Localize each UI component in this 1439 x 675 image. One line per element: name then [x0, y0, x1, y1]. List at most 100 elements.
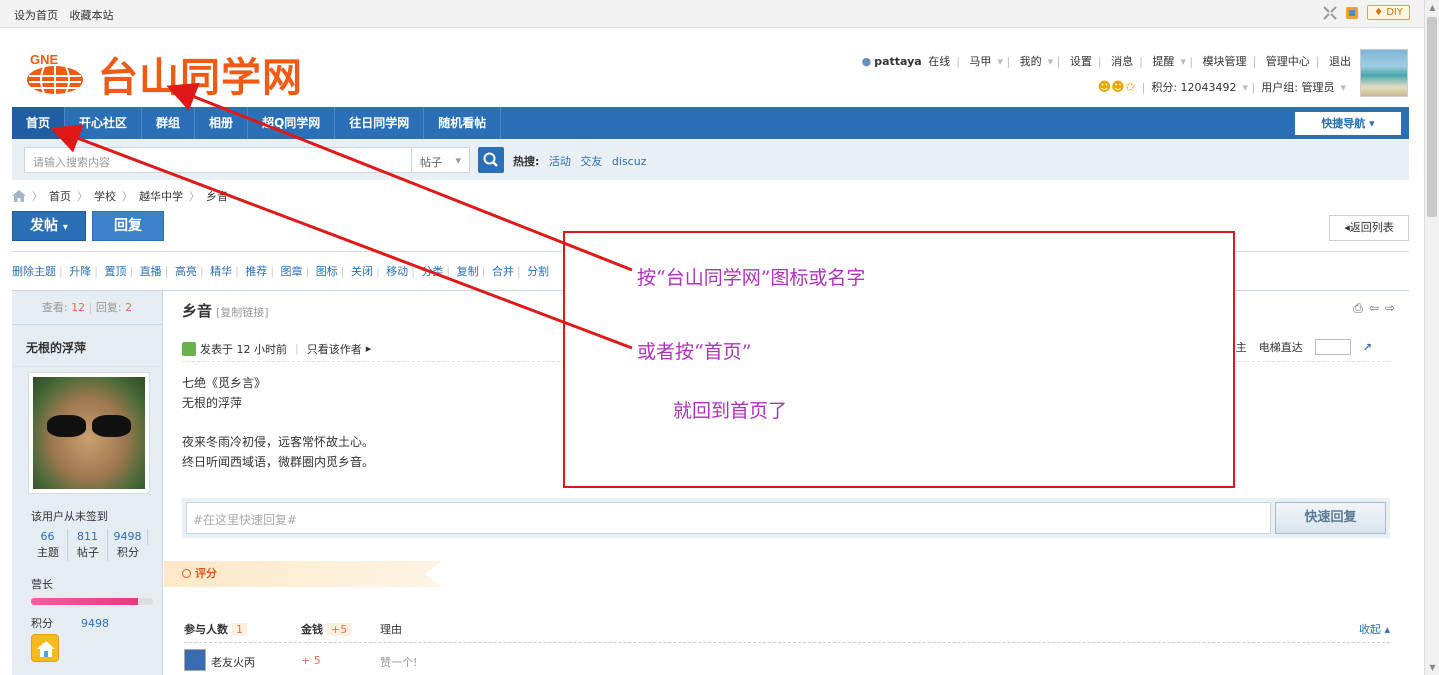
scroll-up-icon[interactable]: ▲ — [1425, 0, 1439, 15]
app-icon[interactable] — [1345, 6, 1359, 20]
hot-item-activity[interactable]: 活动 — [549, 155, 571, 168]
copy-link[interactable]: [复制链接] — [216, 306, 269, 319]
mod-live[interactable]: 直播 — [140, 265, 162, 278]
mod-move[interactable]: 移动 — [386, 265, 408, 278]
search-type-select[interactable]: 帖子 ▾ — [412, 147, 470, 173]
nav-home[interactable]: 首页 — [12, 107, 66, 139]
floor-jump-input[interactable] — [1314, 339, 1351, 355]
scroll-down-icon[interactable]: ▼ — [1425, 660, 1439, 675]
top-links: 设为首页 收藏本站 — [14, 7, 122, 23]
mod-delete[interactable]: 删除主题 — [12, 265, 56, 278]
nav-groups[interactable]: 群组 — [142, 107, 196, 139]
mod-icon[interactable]: 图标 — [316, 265, 338, 278]
usergroup-menu[interactable]: 用户组: 管理员 — [1261, 79, 1334, 95]
nav-old-classmates[interactable]: 往日同学网 — [335, 107, 425, 139]
mod-copy[interactable]: 复制 — [457, 265, 479, 278]
reply-button[interactable]: 回复 — [92, 211, 164, 241]
search-bar: 请输入搜索内容 帖子 ▾ 热搜: 活动 交友 discuz — [12, 139, 1409, 180]
header: GNE 台山同学网 ● pattaya 在线 | 马甲 ▾ | 我的 ▾ | 设置 | 消… — [0, 29, 1424, 107]
caret-down-icon: ▾ — [455, 154, 461, 167]
stat-points-value[interactable]: 9498 — [108, 529, 148, 545]
circle-icon — [182, 569, 191, 578]
author-avatar[interactable] — [28, 372, 150, 494]
nav-album[interactable]: 相册 — [195, 107, 249, 139]
new-post-button[interactable]: 发帖 ▾ — [12, 211, 86, 241]
scroll-thumb[interactable] — [1427, 17, 1437, 217]
nav-superq[interactable]: 超Q同学网 — [248, 107, 336, 139]
jump-label: 电梯直达 — [1258, 341, 1303, 354]
remind-menu[interactable]: 提醒 — [1152, 55, 1174, 68]
nav-happy-community[interactable]: 开心社区 — [65, 107, 143, 139]
mod-sticky[interactable]: 置顶 — [104, 265, 126, 278]
print-icon[interactable]: ⎙ — [1353, 301, 1363, 316]
back-to-list-button[interactable]: ◂返回列表 — [1329, 215, 1409, 241]
diy-button[interactable]: ♦ DIY — [1367, 5, 1410, 20]
chevron-right-icon: 〉 — [122, 190, 133, 203]
stat-threads-value[interactable]: 66 — [28, 529, 68, 545]
quick-nav-button[interactable]: 快捷导航 ▾ — [1295, 112, 1401, 135]
admin-center-link[interactable]: 管理中心 — [1266, 55, 1310, 68]
annotation-line-1: 按“台山同学网”图标或名字 — [637, 267, 866, 289]
author-rank: 营长 — [31, 578, 53, 591]
rater-avatar[interactable] — [184, 649, 206, 671]
collapse-rating[interactable]: 收起 ▴ — [1359, 621, 1390, 637]
stat-posts-value[interactable]: 811 — [68, 529, 108, 545]
reason-label: 理由 — [380, 623, 402, 636]
username-link[interactable]: pattaya — [874, 55, 922, 68]
author-sidebar: 查看: 12 | 回复: 2 无根的浮萍 该用户从未签到 66 主题 811 帖子 … — [12, 291, 163, 675]
next-thread-icon[interactable]: ⇨ — [1385, 301, 1395, 316]
mod-stamp[interactable]: 图章 — [281, 265, 303, 278]
mod-highlight[interactable]: 高亮 — [175, 265, 197, 278]
logout-link[interactable]: 退出 — [1329, 55, 1351, 68]
bookmark-link[interactable]: 收藏本站 — [70, 9, 114, 22]
messages-link[interactable]: 消息 — [1111, 55, 1133, 68]
home-icon[interactable] — [12, 190, 26, 202]
mod-split[interactable]: 分割 — [527, 265, 549, 278]
mod-close[interactable]: 关闭 — [351, 265, 373, 278]
prev-thread-icon[interactable]: ⇦ — [1369, 301, 1379, 316]
hot-item-dating[interactable]: 交友 — [580, 155, 602, 168]
quick-reply-input[interactable]: #在这里快速回复# — [186, 502, 1271, 534]
mod-recommend[interactable]: 推荐 — [245, 265, 267, 278]
mine-menu[interactable]: 我的 — [1020, 55, 1042, 68]
author-name[interactable]: 无根的浮萍 — [12, 325, 162, 367]
resize-icon[interactable] — [1323, 5, 1337, 20]
breadcrumb-yuehua[interactable]: 越华中学 — [139, 188, 183, 204]
mod-digest[interactable]: 精华 — [210, 265, 232, 278]
settings-link[interactable]: 设置 — [1070, 55, 1092, 68]
search-button[interactable] — [478, 147, 504, 173]
globe-logo-icon[interactable]: GNE — [22, 52, 88, 96]
mod-bump[interactable]: 升降 — [69, 265, 91, 278]
mod-merge[interactable]: 合并 — [492, 265, 514, 278]
rating-row: 老友火丙 + 5 赞一个! — [184, 649, 1390, 673]
diy-plus-icon: ♦ — [1374, 7, 1384, 18]
site-logo[interactable]: GNE 台山同学网 — [22, 45, 303, 103]
page-scrollbar[interactable]: ▲ ▼ — [1424, 0, 1439, 675]
hot-search: 热搜: 活动 交友 discuz — [513, 155, 647, 168]
set-home-link[interactable]: 设为首页 — [14, 9, 58, 22]
top-tools: ♦ DIY — [1323, 5, 1410, 20]
content-line: 终日听闻西域语，微群圈内觅乡音。 — [182, 455, 375, 469]
jump-go-icon[interactable]: ↗ — [1363, 341, 1372, 354]
stat-points-label: 积分 — [117, 546, 139, 559]
breadcrumb: 〉 首页 〉 学校 〉 越华中学 〉 乡音 — [12, 188, 228, 204]
mod-category[interactable]: 分类 — [421, 265, 443, 278]
user-avatar[interactable] — [1360, 49, 1408, 97]
horse-menu[interactable]: 马甲 — [969, 55, 991, 68]
hot-item-discuz[interactable]: discuz — [612, 155, 647, 168]
user-stats: ☻☻✩ | 积分: 12043492 ▾ | 用户组: 管理员 ▾ — [1097, 79, 1346, 95]
modules-link[interactable]: 模块管理 — [1203, 55, 1247, 68]
search-input[interactable]: 请输入搜索内容 — [24, 147, 412, 173]
nav-random-posts[interactable]: 随机看帖 — [424, 107, 502, 139]
only-author-link[interactable]: 只看该作者 — [307, 341, 362, 357]
quick-reply-button[interactable]: 快速回复 — [1275, 502, 1386, 534]
logo-text[interactable]: 台山同学网 — [98, 45, 303, 103]
rater-name[interactable]: 老友火丙 — [211, 654, 255, 670]
breadcrumb-school[interactable]: 学校 — [94, 188, 116, 204]
content-line: 夜来冬雨冷初侵，远客常怀故土心。 — [182, 435, 375, 449]
medal-icons[interactable]: ☻☻✩ — [1098, 80, 1136, 95]
credits-menu[interactable]: 积分: 12043492 — [1151, 79, 1236, 95]
content-line: 七绝《觅乡言》 — [182, 376, 267, 390]
breadcrumb-home[interactable]: 首页 — [49, 188, 71, 204]
home-space-icon[interactable] — [31, 634, 59, 662]
